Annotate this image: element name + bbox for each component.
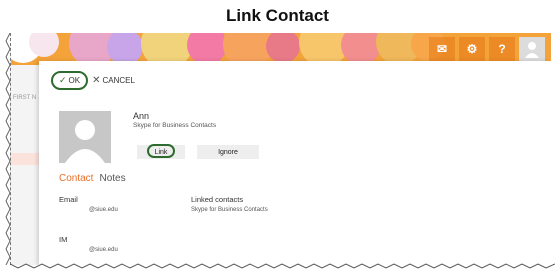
link-contact-panel: ✓ OK ✕ CANCEL Ann Skype for Business Con… xyxy=(39,61,551,265)
linked-contacts-value: Skype for Business Contacts xyxy=(191,207,268,213)
avatar-icon[interactable] xyxy=(519,37,545,61)
im-value: @siue.edu xyxy=(89,247,118,253)
gear-icon[interactable]: ⚙ xyxy=(459,37,485,61)
linked-contacts-label: Linked contacts xyxy=(191,195,244,204)
torn-edge-left xyxy=(5,33,11,265)
figure-caption: Link Contact xyxy=(226,6,329,25)
ignore-button[interactable]: Ignore xyxy=(197,145,259,159)
contact-name: Ann xyxy=(133,111,150,121)
checkmark-icon: ✓ xyxy=(59,75,67,85)
link-highlight-ring xyxy=(147,144,175,158)
mail-icon[interactable]: ✉ xyxy=(429,37,455,61)
close-icon: ✕ xyxy=(92,75,101,86)
tab-contact[interactable]: Contact xyxy=(59,173,93,184)
ok-button[interactable]: ✓ OK xyxy=(51,71,89,90)
help-icon[interactable]: ? xyxy=(489,37,515,61)
contact-source: Skype for Business Contacts xyxy=(133,122,217,129)
cancel-button[interactable]: ✕ CANCEL xyxy=(92,75,135,86)
command-bar: ✓ OK ✕ CANCEL xyxy=(51,71,135,90)
im-label: IM xyxy=(59,235,68,244)
torn-edge-bottom xyxy=(10,263,555,269)
email-label: Email xyxy=(59,195,78,204)
background-selected-row xyxy=(11,153,41,165)
cancel-label: CANCEL xyxy=(102,76,135,85)
contact-photo xyxy=(59,111,111,163)
screenshot-frame: ✉ ⚙ ? FIRST N ✓ OK ✕ CANCEL Ann Skype fo… xyxy=(10,33,551,265)
tab-notes[interactable]: Notes xyxy=(99,173,125,184)
header-icons: ✉ ⚙ ? xyxy=(429,37,545,61)
background-label: FIRST N xyxy=(13,95,37,101)
email-value: @siue.edu xyxy=(89,207,118,213)
contact-tabs: Contact Notes xyxy=(59,173,126,184)
ok-label: OK xyxy=(68,76,81,85)
